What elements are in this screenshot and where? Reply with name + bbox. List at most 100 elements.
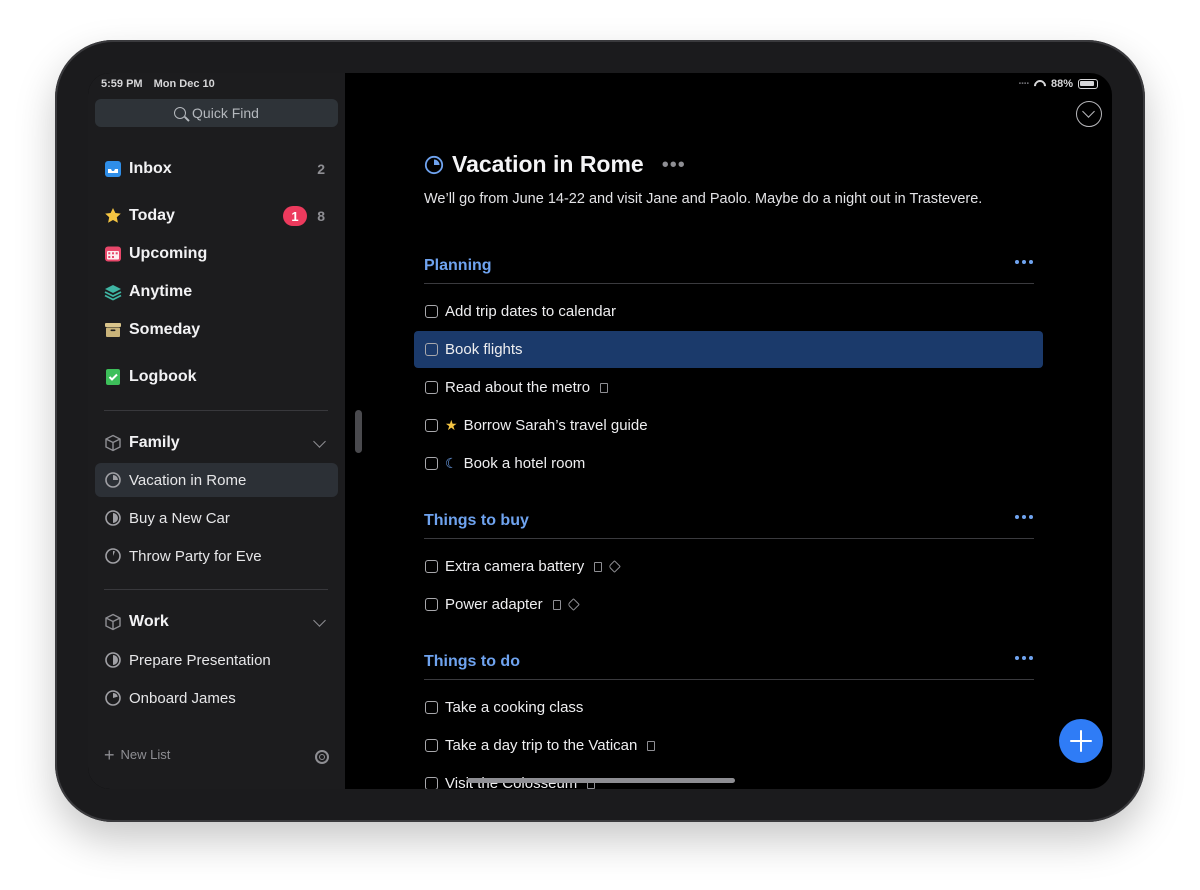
status-bar-left: 5:59 PM Mon Dec 10 [101,78,223,90]
sidebar-divider [104,410,328,411]
project-label: Vacation in Rome [129,471,247,489]
sidebar-footer: + New List [88,731,345,789]
heading-label[interactable]: Planning [424,257,492,275]
sidebar-item-label: Today [129,207,175,224]
sidebar-area-family[interactable]: Family [95,426,338,460]
complete-project-button[interactable] [1076,101,1102,127]
project-label: Buy a New Car [129,509,230,527]
area-cube-icon [105,613,121,631]
today-due-badge: 1 [283,206,307,226]
sidebar-item-today[interactable]: Today 1 8 [95,199,338,233]
new-list-button[interactable]: + New List [104,746,171,764]
sidebar-project-buy-a-new-car[interactable]: Buy a New Car [95,501,338,535]
todo-title: Take a day trip to the Vatican [445,737,638,754]
todo-checkbox[interactable] [425,419,438,432]
todo-checkbox[interactable] [425,777,438,789]
todo-title: Read about the metro [445,379,591,396]
sidebar-item-logbook[interactable]: Logbook [95,360,338,394]
note-icon [647,740,656,751]
area-cube-icon [105,434,121,452]
todo-checkbox[interactable] [425,701,438,714]
app-screen: 5:59 PM Mon Dec 10 Quick Find Inbox 2 To… [88,73,1112,789]
sidebar-area-work[interactable]: Work [95,605,338,639]
todo-title: Book a hotel room [463,455,586,472]
project-label: Prepare Presentation [129,651,271,669]
todo-item[interactable]: Extra camera battery [414,548,1043,585]
calendar-icon [105,246,121,262]
sidebar-item-label: Someday [129,321,201,338]
todo-title: Power adapter [445,596,543,613]
add-todo-button[interactable] [1059,719,1103,763]
todo-checkbox[interactable] [425,739,438,752]
heading-more-icon[interactable] [1015,515,1033,521]
today-count: 8 [317,208,325,224]
inbox-icon [105,161,121,177]
todo-title: Book flights [445,341,523,358]
project-title[interactable]: Vacation in Rome [452,151,644,178]
todo-checkbox[interactable] [425,381,438,394]
wifi-icon [1034,80,1046,89]
sidebar-item-label: Inbox [129,160,172,177]
todo-checkbox[interactable] [425,560,438,573]
new-list-label: New List [120,747,171,762]
todo-title: Borrow Sarah’s travel guide [463,417,648,434]
inbox-count: 2 [317,161,325,177]
chevron-down-icon[interactable] [313,435,326,448]
star-icon: ★ [445,417,458,433]
battery-icon [1078,79,1098,89]
todo-item[interactable]: Add trip dates to calendar [414,293,1043,330]
todo-checkbox[interactable] [425,343,438,356]
chevron-down-icon[interactable] [313,614,326,627]
sidebar-project-onboard-james[interactable]: Onboard James [95,681,338,715]
heading-planning: Planning [424,254,1034,284]
sidebar-item-someday[interactable]: Someday [95,313,338,347]
area-label: Family [129,434,180,451]
project-label: Throw Party for Eve [129,547,262,565]
heading-more-icon[interactable] [1015,656,1033,662]
sidebar-project-throw-party-for-eve[interactable]: Throw Party for Eve [95,539,338,573]
sidebar: 5:59 PM Mon Dec 10 Quick Find Inbox 2 To… [88,73,345,789]
sidebar-item-upcoming[interactable]: Upcoming [95,237,338,271]
moon-icon: ☾ [445,455,458,471]
project-notes[interactable]: We’ll go from June 14-22 and visit Jane … [424,191,982,207]
todo-item[interactable]: ★ Borrow Sarah’s travel guide [414,407,1043,444]
home-indicator[interactable] [467,778,735,783]
tag-icon [608,560,622,573]
sidebar-project-vacation-in-rome[interactable]: Vacation in Rome [95,463,338,497]
todo-checkbox[interactable] [425,305,438,318]
todo-item[interactable]: ☾ Book a hotel room [414,445,1043,482]
gear-icon[interactable] [315,750,329,764]
sidebar-item-label: Upcoming [129,245,208,262]
sidebar-item-label: Anytime [129,283,193,300]
quick-find-button[interactable]: Quick Find [95,99,338,127]
project-progress-icon [105,652,121,668]
todo-item[interactable]: Take a cooking class [414,689,1043,726]
cellular-icon: ···· [1018,78,1030,90]
todo-item-selected[interactable]: Book flights [414,331,1043,368]
sidebar-item-inbox[interactable]: Inbox 2 [95,152,338,186]
todo-checkbox[interactable] [425,457,438,470]
todo-title: Extra camera battery [445,558,585,575]
todo-checkbox[interactable] [425,598,438,611]
status-date: Mon Dec 10 [153,78,215,90]
project-progress-icon [105,548,121,564]
project-progress-icon [105,472,121,488]
heading-label[interactable]: Things to buy [424,512,529,530]
heading-label[interactable]: Things to do [424,653,520,671]
todo-item[interactable]: Take a day trip to the Vatican [414,727,1043,764]
todo-item[interactable]: Power adapter [414,586,1043,623]
more-options-icon[interactable]: ••• [662,155,686,175]
sidebar-project-prepare-presentation[interactable]: Prepare Presentation [95,643,338,677]
heading-more-icon[interactable] [1015,260,1033,266]
heading-things-to-do: Things to do [424,650,1034,680]
tag-icon [566,598,580,611]
todo-item[interactable]: Visit the Colosseum [414,765,1043,789]
search-icon [174,107,187,119]
status-time: 5:59 PM [101,78,143,90]
battery-percent: 88% [1050,78,1073,90]
sidebar-resize-handle[interactable] [355,410,362,453]
project-progress-icon [424,155,444,174]
todo-item[interactable]: Read about the metro [414,369,1043,406]
sidebar-item-anytime[interactable]: Anytime [95,275,338,309]
project-progress-icon [105,690,121,706]
